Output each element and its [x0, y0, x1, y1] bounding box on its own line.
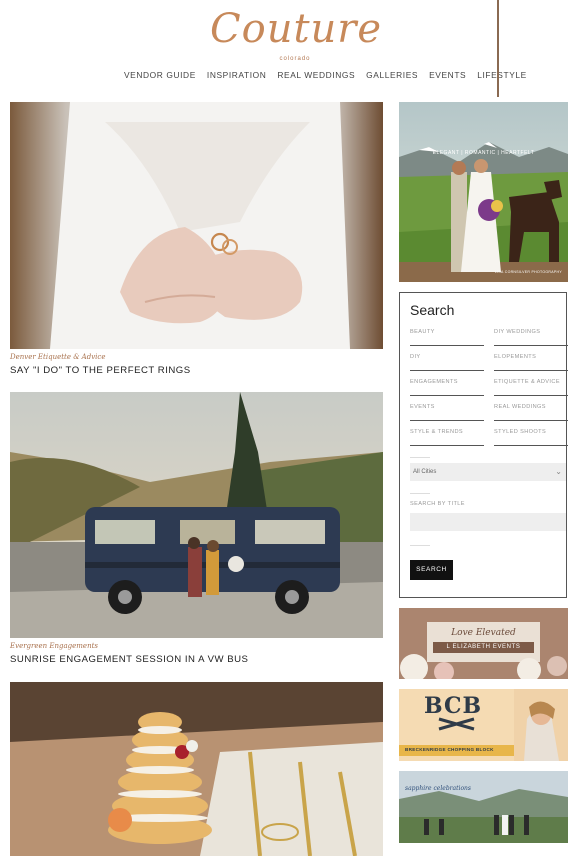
- chevron-down-icon: ⌄: [555, 467, 562, 476]
- ad-breckenridge-chopping-block[interactable]: BCB BRECKENRIDGE CHOPPING BLOCK: [399, 689, 568, 761]
- post-card[interactable]: Denver Etiquette & Advice SAY "I DO" TO …: [10, 102, 383, 382]
- logo-script: Couture: [210, 6, 383, 52]
- cake-photo: [10, 682, 383, 856]
- ad-photo-mountain-couple: [399, 102, 568, 282]
- ad-tagline: ELEGANT | ROMANTIC | HEARTFELT: [432, 150, 535, 156]
- search-widget: Search BEAUTY DIY WEDDINGS DIY ELOPEMENT…: [399, 292, 568, 598]
- post-category[interactable]: Evergreen Engagements: [10, 642, 98, 650]
- search-title: Search: [410, 302, 455, 318]
- post-image-cake[interactable]: [10, 682, 383, 856]
- tag-diy-weddings[interactable]: DIY WEDDINGS: [494, 329, 568, 346]
- ad-love-elevated-sub: L ELIZABETH EVENTS: [446, 644, 521, 650]
- tag-engagements[interactable]: ENGAGEMENTS: [410, 379, 484, 396]
- nav-galleries[interactable]: GALLERIES: [366, 70, 418, 80]
- tag-real-weddings[interactable]: REAL WEDDINGS: [494, 404, 568, 421]
- nav-inspiration[interactable]: INSPIRATION: [207, 70, 267, 80]
- ad-bcb-name: BRECKENRIDGE CHOPPING BLOCK: [405, 747, 494, 752]
- post-title[interactable]: SUNRISE ENGAGEMENT SESSION IN A VW BUS: [10, 654, 248, 665]
- site-header: Couture colorado VENDOR GUIDE INSPIRATIO…: [0, 0, 568, 100]
- ad-sapphire-name: sapphire celebrations: [405, 785, 471, 792]
- post-category[interactable]: Denver Etiquette & Advice: [10, 353, 105, 361]
- ad-bcb-mark: BCB: [424, 693, 483, 719]
- post-image-rings[interactable]: [10, 102, 383, 349]
- logo-subtitle: colorado: [279, 56, 311, 62]
- nav-vendor-guide[interactable]: VENDOR GUIDE: [124, 70, 196, 80]
- site-logo[interactable]: Couture colorado: [210, 6, 383, 66]
- city-select-value: All Cities: [413, 469, 437, 475]
- rings-photo: [10, 102, 383, 349]
- search-title-input[interactable]: [410, 513, 566, 531]
- ad-credit: LISA CORNSILVER PHOTOGRAPHY: [494, 270, 562, 274]
- post-card[interactable]: [10, 682, 383, 856]
- post-card[interactable]: Evergreen Engagements SUNRISE ENGAGEMENT…: [10, 392, 383, 672]
- tag-elopements[interactable]: ELOPEMENTS: [494, 354, 568, 371]
- tag-events[interactable]: EVENTS: [410, 404, 484, 421]
- post-title[interactable]: SAY "I DO" TO THE PERFECT RINGS: [10, 365, 191, 376]
- city-select[interactable]: All Cities ⌄: [410, 463, 566, 481]
- header-divider: [497, 0, 499, 97]
- search-button[interactable]: SEARCH: [410, 560, 453, 580]
- search-by-title-label: SEARCH BY TITLE: [410, 501, 465, 507]
- nav-lifestyle[interactable]: LIFESTYLE: [477, 70, 527, 80]
- tag-styled-shoots[interactable]: STYLED SHOOTS: [494, 429, 568, 446]
- ad-love-elevated[interactable]: Love Elevated L ELIZABETH EVENTS: [399, 608, 568, 679]
- vw-bus-photo: [10, 392, 383, 638]
- post-image-vw-bus[interactable]: [10, 392, 383, 638]
- divider: [410, 493, 430, 494]
- tag-beauty[interactable]: BEAUTY: [410, 329, 484, 346]
- main-nav: VENDOR GUIDE INSPIRATION REAL WEDDINGS G…: [124, 70, 538, 80]
- tag-diy[interactable]: DIY: [410, 354, 484, 371]
- nav-real-weddings[interactable]: REAL WEDDINGS: [277, 70, 355, 80]
- tag-style-trends[interactable]: STYLE & TRENDS: [410, 429, 484, 446]
- ad-love-elevated-title: Love Elevated: [451, 628, 516, 638]
- tag-etiquette-advice[interactable]: ETIQUETTE & ADVICE: [494, 379, 568, 396]
- divider: [410, 545, 430, 546]
- ad-sapphire-celebrations[interactable]: sapphire celebrations: [399, 771, 568, 843]
- divider: [410, 457, 430, 458]
- ad-lisa-cornsilver[interactable]: ELEGANT | ROMANTIC | HEARTFELT LISA CORN…: [399, 102, 568, 282]
- nav-events[interactable]: EVENTS: [429, 70, 466, 80]
- ad-sapphire-bg: [399, 771, 568, 843]
